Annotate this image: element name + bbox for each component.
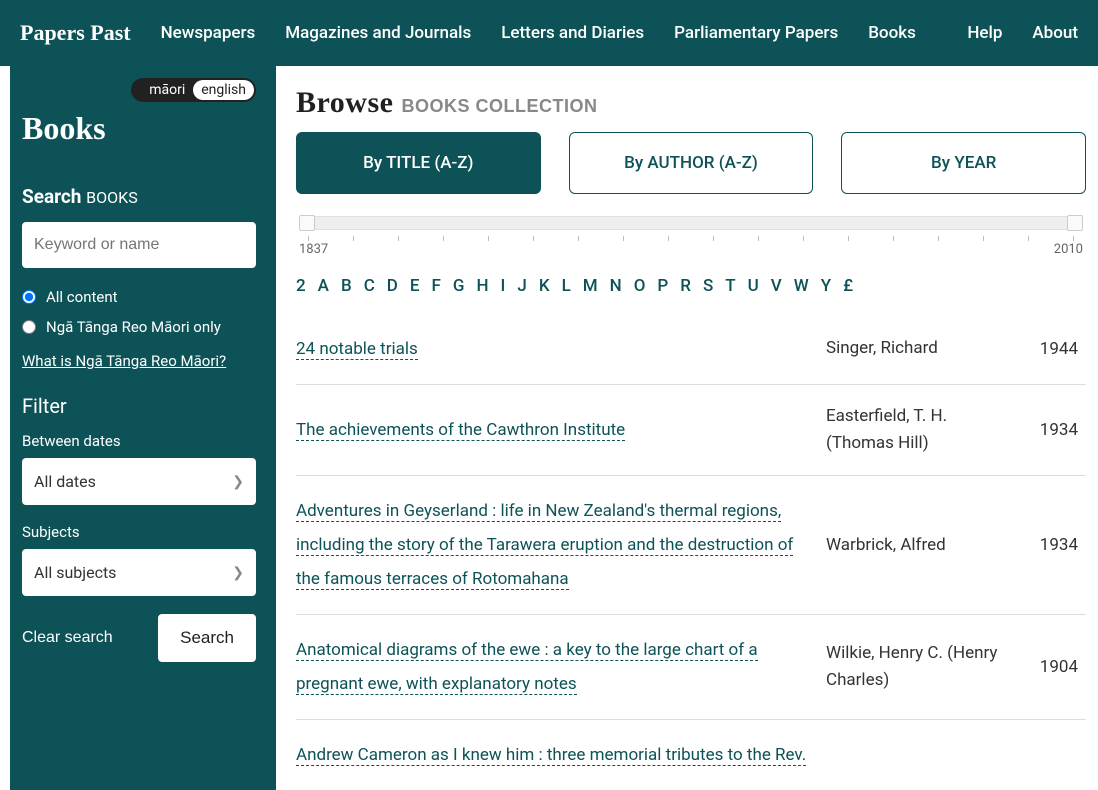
alpha-letter[interactable]: C bbox=[364, 276, 375, 296]
nav-books[interactable]: Books bbox=[868, 23, 916, 43]
alpha-letter[interactable]: E bbox=[410, 276, 420, 296]
book-title-link[interactable]: 24 notable trials bbox=[296, 339, 418, 360]
chevron-right-icon: ❯ bbox=[232, 565, 244, 581]
radio-maori-label: Ngā Tānga Reo Māori only bbox=[46, 318, 221, 336]
nav-letters[interactable]: Letters and Diaries bbox=[501, 23, 644, 43]
main-content: Browse BOOKS COLLECTION By TITLE (A-Z) B… bbox=[276, 66, 1098, 790]
book-year: 1904 bbox=[1026, 615, 1086, 720]
alpha-letter[interactable]: £ bbox=[843, 276, 853, 296]
alpha-letter[interactable]: V bbox=[771, 276, 782, 296]
alpha-letter[interactable]: R bbox=[680, 276, 691, 296]
book-table: 24 notable trials Singer, Richard 1944 T… bbox=[296, 314, 1086, 790]
alpha-letter[interactable]: B bbox=[341, 276, 352, 296]
book-author: Warbrick, Alfred bbox=[826, 476, 1026, 615]
book-year: 1934 bbox=[1026, 476, 1086, 615]
between-dates-select[interactable]: All dates ❯ bbox=[22, 458, 256, 505]
language-switch: māori english bbox=[22, 78, 256, 102]
alpha-letter[interactable]: O bbox=[634, 276, 646, 296]
alpha-letter[interactable]: N bbox=[610, 276, 622, 296]
book-year: 1934 bbox=[1026, 385, 1086, 476]
nav-parliamentary[interactable]: Parliamentary Papers bbox=[674, 23, 838, 43]
alpha-letter[interactable]: P bbox=[657, 276, 668, 296]
table-row: Andrew Cameron as I knew him : three mem… bbox=[296, 720, 1086, 790]
chevron-right-icon: ❯ bbox=[232, 474, 244, 490]
book-author bbox=[826, 720, 1026, 790]
table-row: The achievements of the Cawthron Institu… bbox=[296, 385, 1086, 476]
radio-maori-only[interactable]: Ngā Tānga Reo Māori only bbox=[22, 318, 256, 336]
alpha-letter[interactable]: D bbox=[387, 276, 398, 296]
slider-ticks: 1837 2010 bbox=[296, 236, 1086, 260]
language-pill: māori english bbox=[131, 78, 256, 102]
year-slider[interactable] bbox=[296, 216, 1086, 230]
search-heading: Search BOOKS bbox=[22, 185, 256, 208]
between-dates-label: Between dates bbox=[22, 432, 256, 450]
search-input[interactable] bbox=[22, 222, 256, 268]
alpha-letter[interactable]: T bbox=[725, 276, 735, 296]
alpha-letter[interactable]: M bbox=[583, 276, 598, 296]
subjects-value: All subjects bbox=[34, 563, 116, 582]
alpha-letter[interactable]: U bbox=[748, 276, 759, 296]
slider-end-year: 2010 bbox=[1054, 242, 1083, 257]
radio-all-label: All content bbox=[46, 288, 118, 306]
nav-about[interactable]: About bbox=[1032, 23, 1078, 43]
top-nav: Papers Past Newspapers Magazines and Jou… bbox=[0, 0, 1098, 66]
link-what-is-maori[interactable]: What is Ngā Tānga Reo Māori? bbox=[22, 352, 226, 370]
book-year: 1944 bbox=[1026, 314, 1086, 385]
radio-all-input[interactable] bbox=[22, 290, 36, 304]
browse-tabs: By TITLE (A-Z) By AUTHOR (A-Z) By YEAR bbox=[296, 132, 1086, 194]
nav-newspapers[interactable]: Newspapers bbox=[161, 23, 256, 43]
book-author: Singer, Richard bbox=[826, 314, 1026, 385]
site-logo[interactable]: Papers Past bbox=[20, 20, 131, 46]
tab-by-year[interactable]: By YEAR bbox=[841, 132, 1086, 194]
browse-heading: Browse BOOKS COLLECTION bbox=[296, 86, 1086, 120]
clear-search-button[interactable]: Clear search bbox=[22, 629, 113, 647]
alpha-letter[interactable]: 2 bbox=[296, 276, 306, 296]
alpha-letter[interactable]: F bbox=[432, 276, 441, 296]
alpha-letter[interactable]: Y bbox=[821, 276, 831, 296]
tab-by-author[interactable]: By AUTHOR (A-Z) bbox=[569, 132, 814, 194]
nav-right: Help About bbox=[967, 23, 1078, 43]
table-row: Anatomical diagrams of the ewe : a key t… bbox=[296, 615, 1086, 720]
book-year bbox=[1026, 720, 1086, 790]
subjects-select[interactable]: All subjects ❯ bbox=[22, 549, 256, 596]
search-button[interactable]: Search bbox=[158, 614, 256, 662]
slider-start-year: 1837 bbox=[299, 242, 328, 257]
slider-handle-left[interactable] bbox=[299, 215, 315, 231]
radio-maori-input[interactable] bbox=[22, 320, 36, 334]
primary-nav: Newspapers Magazines and Journals Letter… bbox=[161, 23, 938, 43]
alpha-letter[interactable]: I bbox=[501, 276, 506, 296]
book-author: Wilkie, Henry C. (Henry Charles) bbox=[826, 615, 1026, 720]
sidebar: māori english Books Search BOOKS All con… bbox=[10, 66, 276, 790]
book-title-link[interactable]: Adventures in Geyserland : life in New Z… bbox=[296, 501, 793, 590]
alpha-index: 2 A B C D E F G H I J K L M N O P R S T … bbox=[296, 276, 1086, 296]
book-title-link[interactable]: Anatomical diagrams of the ewe : a key t… bbox=[296, 640, 758, 695]
alpha-letter[interactable]: K bbox=[539, 276, 550, 296]
sidebar-buttons: Clear search Search bbox=[22, 614, 256, 662]
alpha-letter[interactable]: W bbox=[794, 276, 809, 296]
book-author: Easterfield, T. H. (Thomas Hill) bbox=[826, 385, 1026, 476]
alpha-letter[interactable]: A bbox=[318, 276, 329, 296]
subjects-label: Subjects bbox=[22, 523, 256, 541]
tab-by-title[interactable]: By TITLE (A-Z) bbox=[296, 132, 541, 194]
alpha-letter[interactable]: J bbox=[517, 276, 526, 296]
alpha-letter[interactable]: S bbox=[703, 276, 713, 296]
alpha-letter[interactable]: H bbox=[476, 276, 488, 296]
between-dates-value: All dates bbox=[34, 472, 96, 491]
lang-maori[interactable]: māori bbox=[141, 80, 193, 100]
slider-track bbox=[300, 216, 1082, 230]
radio-all-content[interactable]: All content bbox=[22, 288, 256, 306]
table-row: 24 notable trials Singer, Richard 1944 bbox=[296, 314, 1086, 385]
alpha-letter[interactable]: G bbox=[453, 276, 465, 296]
book-title-link[interactable]: The achievements of the Cawthron Institu… bbox=[296, 420, 625, 441]
book-title-link[interactable]: Andrew Cameron as I knew him : three mem… bbox=[296, 745, 806, 766]
filter-heading: Filter bbox=[22, 394, 256, 418]
alpha-letter[interactable]: L bbox=[562, 276, 571, 296]
sidebar-title: Books bbox=[22, 110, 256, 147]
table-row: Adventures in Geyserland : life in New Z… bbox=[296, 476, 1086, 615]
nav-help[interactable]: Help bbox=[967, 23, 1002, 43]
nav-magazines[interactable]: Magazines and Journals bbox=[285, 23, 471, 43]
slider-handle-right[interactable] bbox=[1067, 215, 1083, 231]
lang-english[interactable]: english bbox=[193, 80, 254, 100]
